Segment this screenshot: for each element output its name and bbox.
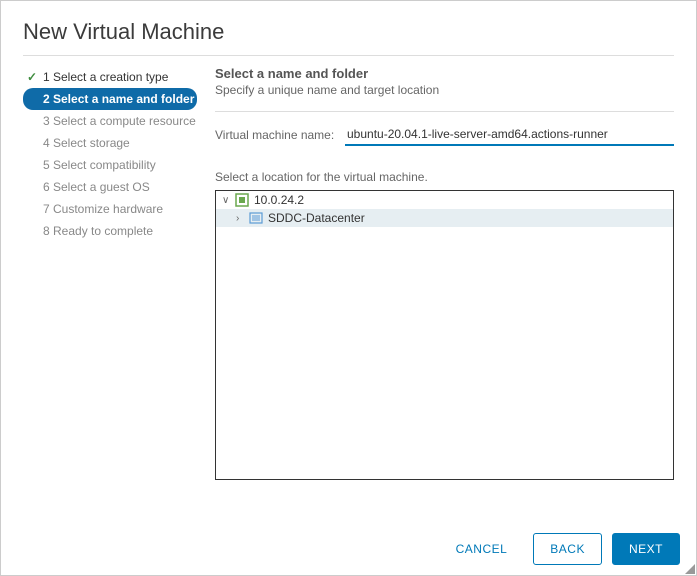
panel-heading: Select a name and folder [215,66,674,81]
panel-subheading: Specify a unique name and target locatio… [215,83,674,112]
step-2-name-folder[interactable]: 2 Select a name and folder [23,88,197,110]
resize-handle-icon[interactable] [685,564,695,574]
datacenter-icon [248,211,264,225]
chevron-down-icon[interactable]: ∨ [222,195,234,206]
back-button[interactable]: BACK [533,533,602,565]
step-4-storage: 4 Select storage [23,132,197,154]
step-5-compatibility: 5 Select compatibility [23,154,197,176]
vm-name-label: Virtual machine name: [215,128,345,142]
chevron-right-icon[interactable]: › [236,213,248,224]
tree-node-datacenter[interactable]: › SDDC-Datacenter [216,209,673,227]
vm-name-input[interactable] [345,124,674,146]
step-3-compute-resource: 3 Select a compute resource [23,110,197,132]
wizard-steps: 1 Select a creation type 2 Select a name… [23,66,197,480]
tree-node-root[interactable]: ∨ 10.0.24.2 [216,191,673,209]
next-button[interactable]: NEXT [612,533,680,565]
location-label: Select a location for the virtual machin… [215,170,674,184]
step-6-guest-os: 6 Select a guest OS [23,176,197,198]
dialog-title: New Virtual Machine [23,19,674,56]
step-1-creation-type[interactable]: 1 Select a creation type [23,66,197,88]
tree-node-label: 10.0.24.2 [254,193,304,207]
step-7-customize-hardware: 7 Customize hardware [23,198,197,220]
vcenter-icon [234,193,250,207]
step-8-ready: 8 Ready to complete [23,220,197,242]
location-tree[interactable]: ∨ 10.0.24.2 › SDDC-Datacenter [215,190,674,480]
tree-node-label: SDDC-Datacenter [268,211,365,225]
cancel-button[interactable]: CANCEL [440,534,524,564]
